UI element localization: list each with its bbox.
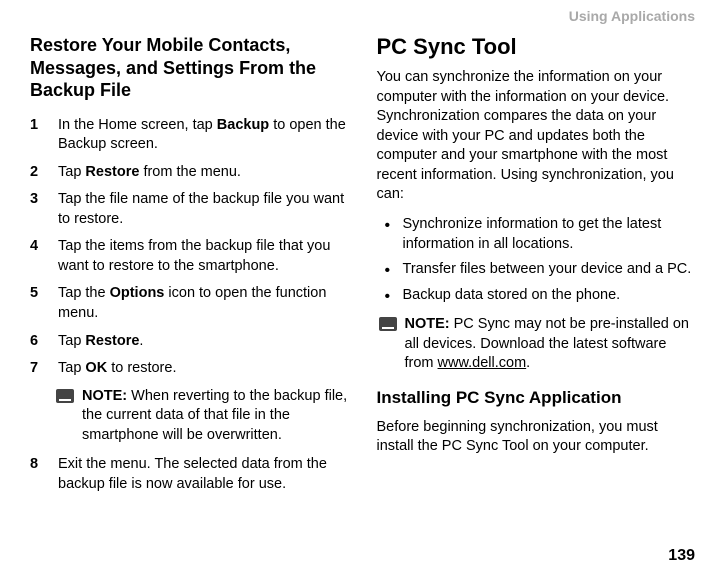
- left-column: Restore Your Mobile Contacts, Messages, …: [30, 34, 349, 503]
- note-icon: [379, 317, 397, 331]
- pc-sync-heading: PC Sync Tool: [377, 34, 696, 60]
- note-block: NOTE: PC Sync may not be pre-installed o…: [377, 315, 696, 374]
- step-item: Tap Restore from the menu.: [30, 163, 349, 183]
- note-body: NOTE: When reverting to the backup file,…: [82, 387, 349, 446]
- step-text: to restore.: [107, 360, 176, 376]
- step-text: Tap: [58, 360, 85, 376]
- bullet-item: Transfer files between your device and a…: [377, 260, 696, 280]
- step-text: Tap the file name of the backup file you…: [58, 191, 344, 227]
- restore-heading: Restore Your Mobile Contacts, Messages, …: [30, 34, 349, 102]
- restore-steps: In the Home screen, tap Backup to open t…: [30, 116, 349, 495]
- bullet-item: Synchronize information to get the lates…: [377, 215, 696, 254]
- step-text: Tap the items from the backup file that …: [58, 238, 330, 274]
- step-bold: Restore: [85, 333, 139, 349]
- sync-bullet-list: Synchronize information to get the lates…: [377, 215, 696, 305]
- step-text: Exit the menu. The selected data from th…: [58, 456, 327, 492]
- step-text: Tap: [58, 333, 85, 349]
- note-body: NOTE: PC Sync may not be pre-installed o…: [405, 315, 696, 374]
- step-item: Tap the Options icon to open the functio…: [30, 284, 349, 323]
- bullet-item: Backup data stored on the phone.: [377, 286, 696, 306]
- step-bold: Backup: [217, 117, 269, 133]
- step-text: .: [139, 333, 143, 349]
- note-block: NOTE: When reverting to the backup file,…: [56, 387, 349, 446]
- step-text: from the menu.: [139, 164, 241, 180]
- step-item: Tap the file name of the backup file you…: [30, 190, 349, 229]
- two-column-layout: Restore Your Mobile Contacts, Messages, …: [30, 34, 695, 503]
- note-label: NOTE:: [82, 388, 127, 404]
- right-column: PC Sync Tool You can synchronize the inf…: [377, 34, 696, 503]
- step-text: Tap the: [58, 285, 110, 301]
- note-link[interactable]: www.dell.com: [438, 355, 527, 371]
- step-item: Tap Restore.: [30, 332, 349, 352]
- step-bold: Options: [110, 285, 165, 301]
- step-item: Tap the items from the backup file that …: [30, 237, 349, 276]
- pc-sync-intro: You can synchronize the information on y…: [377, 68, 696, 205]
- page-number: 139: [668, 547, 695, 565]
- installing-text: Before beginning synchronization, you mu…: [377, 418, 696, 457]
- step-bold: OK: [85, 360, 107, 376]
- step-item: In the Home screen, tap Backup to open t…: [30, 116, 349, 155]
- note-icon: [56, 389, 74, 403]
- step-text: Tap: [58, 164, 85, 180]
- step-item: Tap OK to restore. NOTE: When reverting …: [30, 359, 349, 445]
- note-label: NOTE:: [405, 316, 450, 332]
- step-text: In the Home screen, tap: [58, 117, 217, 133]
- installing-heading: Installing PC Sync Application: [377, 388, 696, 408]
- step-bold: Restore: [85, 164, 139, 180]
- step-item: Exit the menu. The selected data from th…: [30, 455, 349, 494]
- note-text: .: [526, 355, 530, 371]
- section-header: Using Applications: [30, 8, 695, 24]
